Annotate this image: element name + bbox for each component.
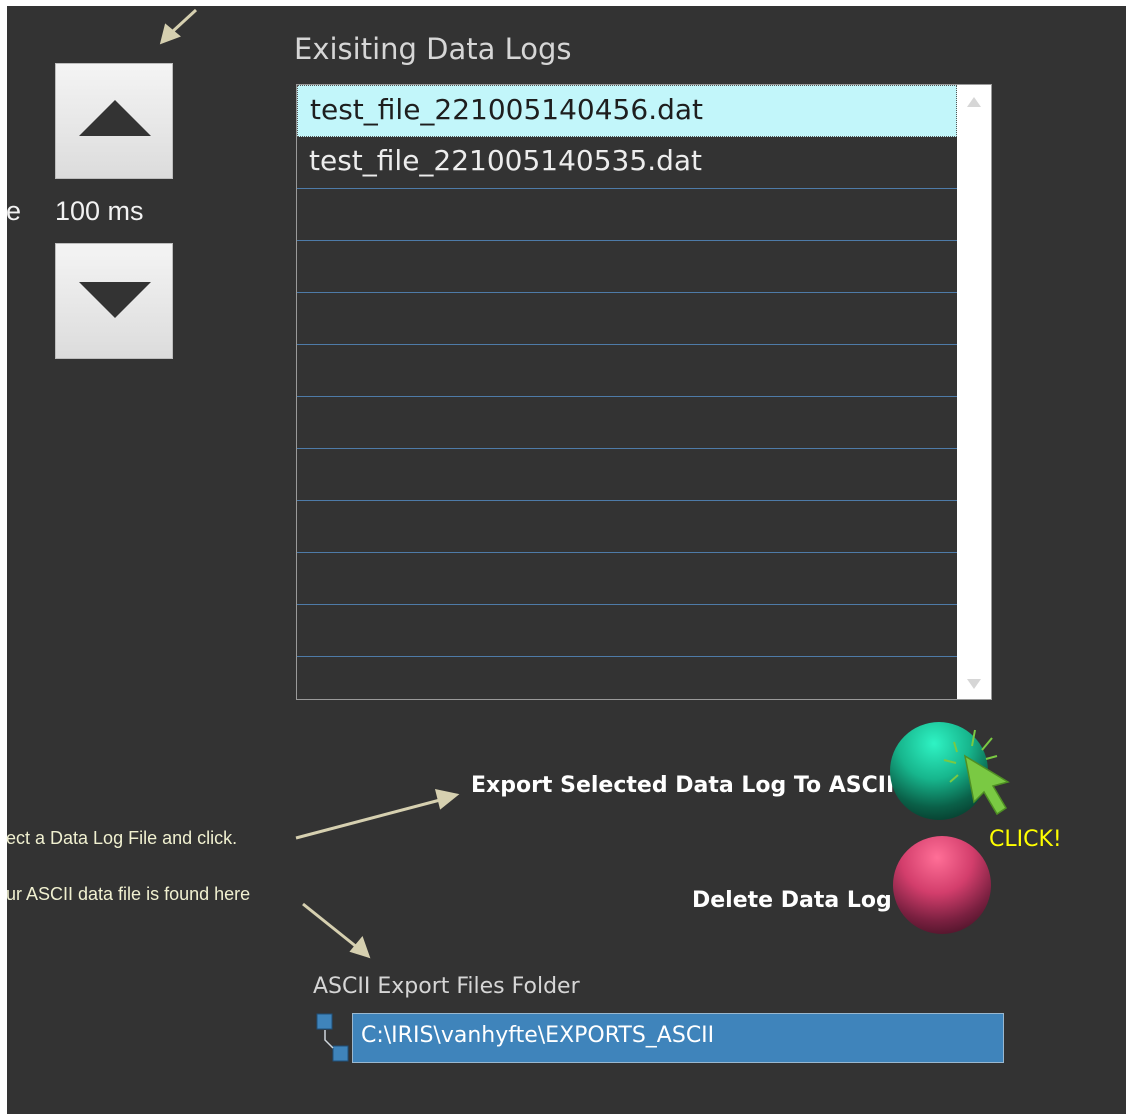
export-arrow xyxy=(295,789,460,840)
triangle-down-icon xyxy=(79,282,151,318)
export-label: Export Selected Data Log To ASCII xyxy=(471,773,895,798)
triangle-up-icon xyxy=(79,100,151,136)
rate-decrease-button[interactable] xyxy=(55,243,173,359)
data-logs-listbox[interactable]: test_file_221005140456.dat test_file_2210… xyxy=(296,84,992,700)
list-item xyxy=(297,605,957,657)
list-item xyxy=(297,501,957,553)
list-item xyxy=(297,449,957,501)
folder-hint: ur ASCII data file is found here xyxy=(6,884,251,904)
list-item xyxy=(297,657,957,699)
rate-label-fragment: e xyxy=(6,196,22,226)
top-arrow xyxy=(159,8,198,45)
list-item xyxy=(297,189,957,241)
export-folder-label: ASCII Export Files Folder xyxy=(313,974,580,999)
folder-arrow xyxy=(302,902,371,959)
scroll-up-icon[interactable] xyxy=(967,97,981,107)
delete-log-button[interactable] xyxy=(893,836,991,934)
scroll-down-icon[interactable] xyxy=(967,679,981,689)
list-item[interactable]: test_file_221005140456.dat xyxy=(297,85,957,137)
delete-label: Delete Data Log xyxy=(692,888,892,913)
list-item xyxy=(297,241,957,293)
list-item[interactable]: test_file_221005140535.dat xyxy=(297,137,957,189)
listbox-scrollbar[interactable] xyxy=(957,85,991,699)
list-item xyxy=(297,397,957,449)
list-item xyxy=(297,553,957,605)
click-callout: CLICK! xyxy=(989,827,1062,852)
list-item xyxy=(297,345,957,397)
list-item xyxy=(297,293,957,345)
select-hint: ect a Data Log File and click. xyxy=(6,828,238,848)
data-logs-list: test_file_221005140456.dat test_file_2210… xyxy=(297,85,957,699)
export-folder-path-field[interactable]: C:\IRIS\vanhyfte\EXPORTS_ASCII xyxy=(352,1013,1004,1063)
rate-value: 100 ms xyxy=(55,196,144,226)
rate-increase-button[interactable] xyxy=(55,63,173,179)
export-ascii-button[interactable] xyxy=(890,722,988,820)
data-logs-title: Exisiting Data Logs xyxy=(294,32,572,66)
